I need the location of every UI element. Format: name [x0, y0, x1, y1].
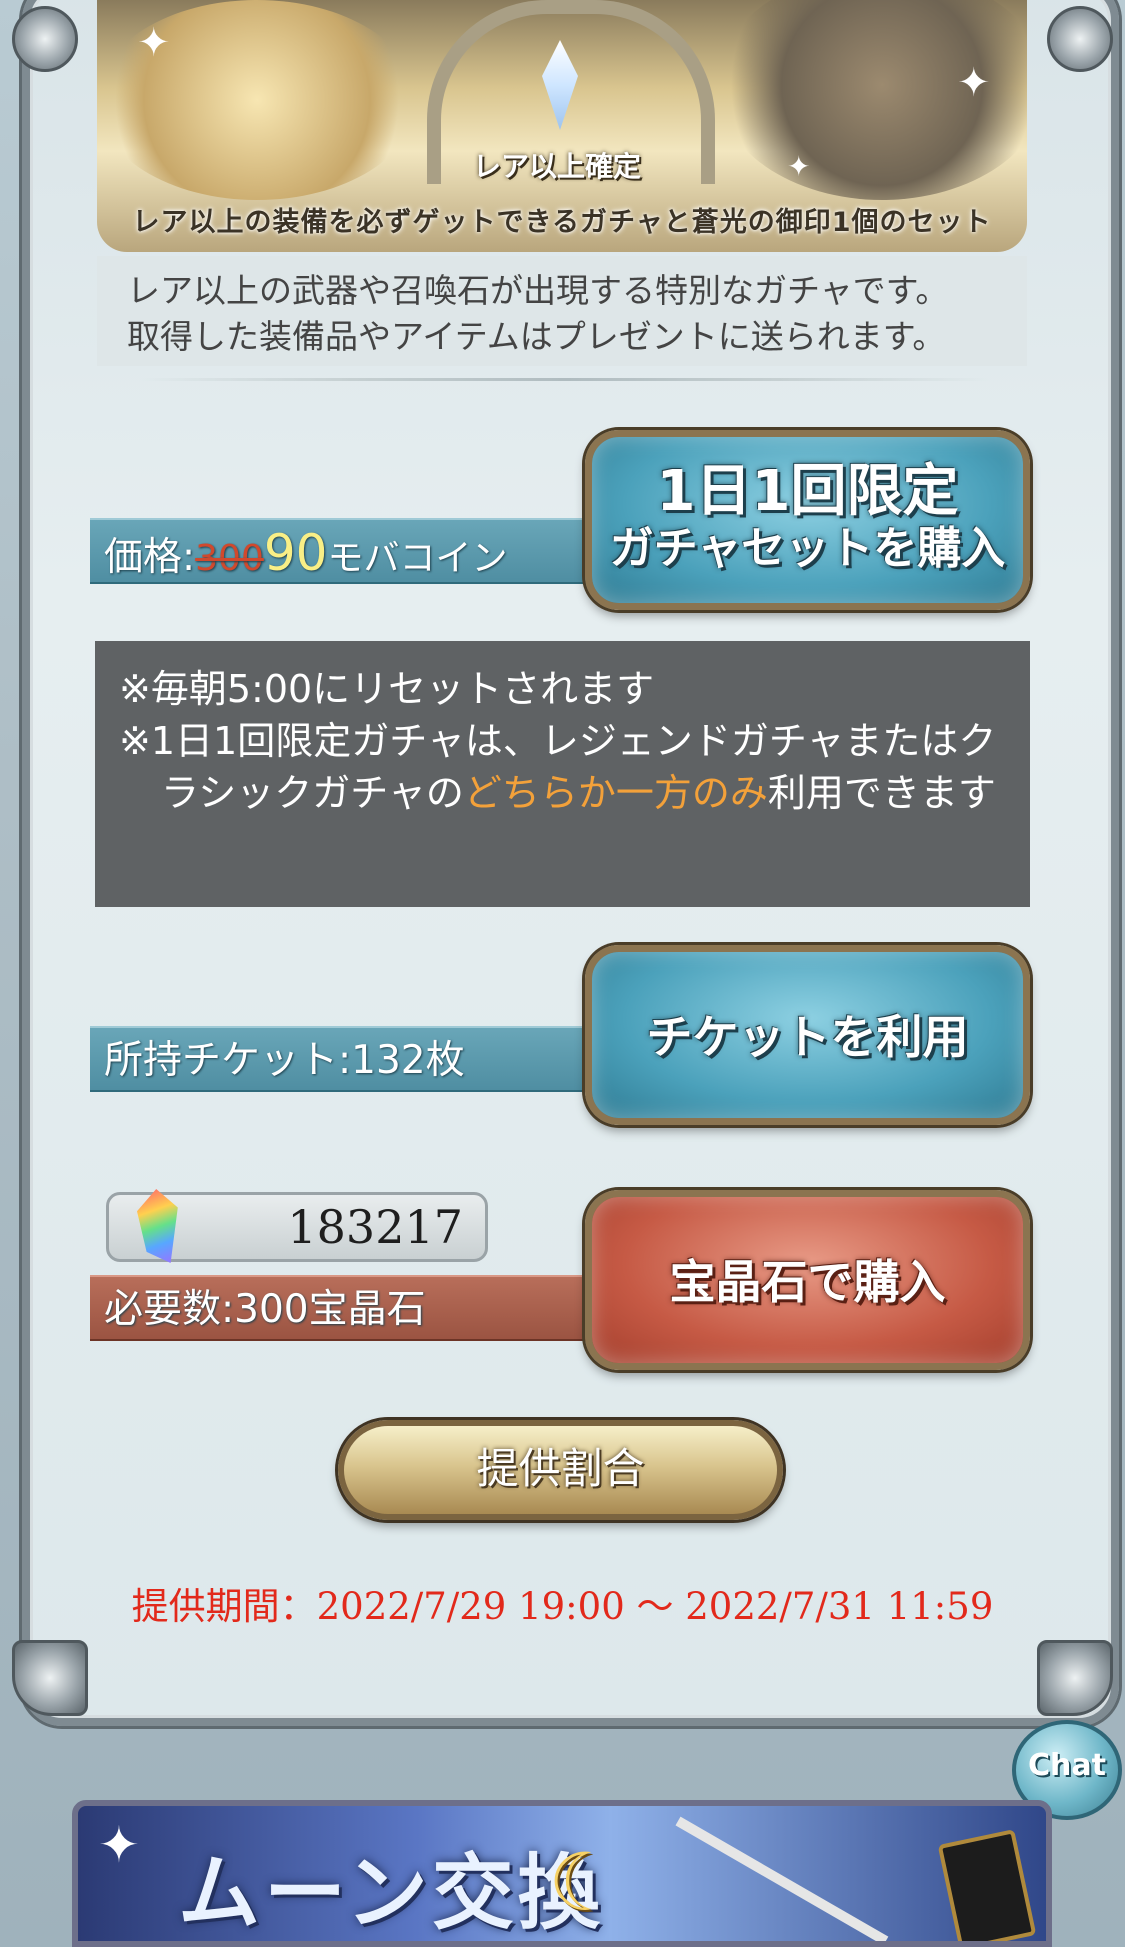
notice-highlight: どちらか一方のみ [463, 771, 768, 815]
frame-ornament-icon [12, 1640, 88, 1716]
sparkle-icon: ✦ [957, 60, 991, 106]
button-label: 宝晶石で購入 [669, 1255, 946, 1309]
book-decoration [937, 1829, 1037, 1941]
gem-icon [137, 1189, 178, 1263]
price-bar: 価格:30090モバコイン [90, 518, 610, 584]
moon-icon: ☾ [548, 1836, 620, 1929]
banner-tag: レア以上確定 [472, 150, 641, 183]
sparkle-icon: ✦ [137, 20, 171, 66]
notice-item: ※1日1回限定ガチャは、レジェンドガチャまたはクラシックガチャのどちらか一方のみ… [119, 715, 1000, 819]
button-label-line1: 1日1回限定 [656, 459, 959, 524]
sword-decoration [675, 1816, 889, 1941]
frame-ornament-icon [12, 6, 78, 72]
description-line: レア以上の武器や召喚石が出現する特別なガチャです。 [127, 271, 949, 310]
price-label: 価格: [104, 535, 196, 580]
button-label-line2: ガチャセットを購入 [609, 523, 1006, 574]
description-line: 取得した装備品やアイテムはプレゼントに送られます。 [127, 317, 946, 356]
gacha-description: レア以上の武器や召喚石が出現する特別なガチャです。 取得した装備品やアイテムはプ… [97, 256, 1027, 366]
use-ticket-button[interactable]: チケットを利用 [585, 945, 1030, 1125]
original-price: 300 [195, 538, 264, 579]
drop-rates-button[interactable]: 提供割合 [338, 1420, 783, 1520]
gem-requirement-label: 必要数:300宝晶石 [104, 1287, 426, 1332]
sparkle-icon: ✦ [98, 1816, 140, 1874]
price-unit: モバコイン [327, 538, 508, 579]
notice-item: ※毎朝5:00にリセットされます [119, 667, 655, 711]
sale-price: 90 [263, 524, 328, 582]
notice-box: ※毎朝5:00にリセットされます ※1日1回限定ガチャは、レジェンドガチャまたは… [95, 641, 1030, 907]
divider [140, 378, 990, 381]
moon-exchange-label: ムーン交換 [178, 1846, 604, 1941]
gem-counter: 183217 [106, 1189, 488, 1263]
gacha-banner: ✦ ✦ ✦ レア以上確定 レア以上の装備を必ずゲットできるガチャと蒼光の御印1個… [97, 0, 1027, 252]
gem-requirement-bar: 必要数:300宝晶石 [90, 1275, 610, 1341]
banner-caption: レア以上の装備を必ずゲットできるガチャと蒼光の御印1個のセット [132, 207, 992, 238]
notice-text: 利用できます [767, 771, 996, 815]
availability-period: 提供期間：2022/7/29 19:00 〜 2022/7/31 11:59 [131, 1585, 994, 1628]
gem-count: 183217 [287, 1200, 463, 1254]
daily-gacha-set-button[interactable]: 1日1回限定 ガチャセットを購入 [585, 430, 1030, 610]
moon-exchange-banner[interactable]: ✦ ムーン交換 ☾ [72, 1800, 1052, 1947]
ticket-count-label: 所持チケット:132枚 [104, 1038, 465, 1083]
sparkle-icon: ✦ [787, 150, 811, 183]
button-label: チケットを利用 [646, 1010, 969, 1064]
ticket-bar: 所持チケット:132枚 [90, 1026, 610, 1092]
frame-ornament-icon [1047, 6, 1113, 72]
buy-with-gems-button[interactable]: 宝晶石で購入 [585, 1190, 1030, 1370]
